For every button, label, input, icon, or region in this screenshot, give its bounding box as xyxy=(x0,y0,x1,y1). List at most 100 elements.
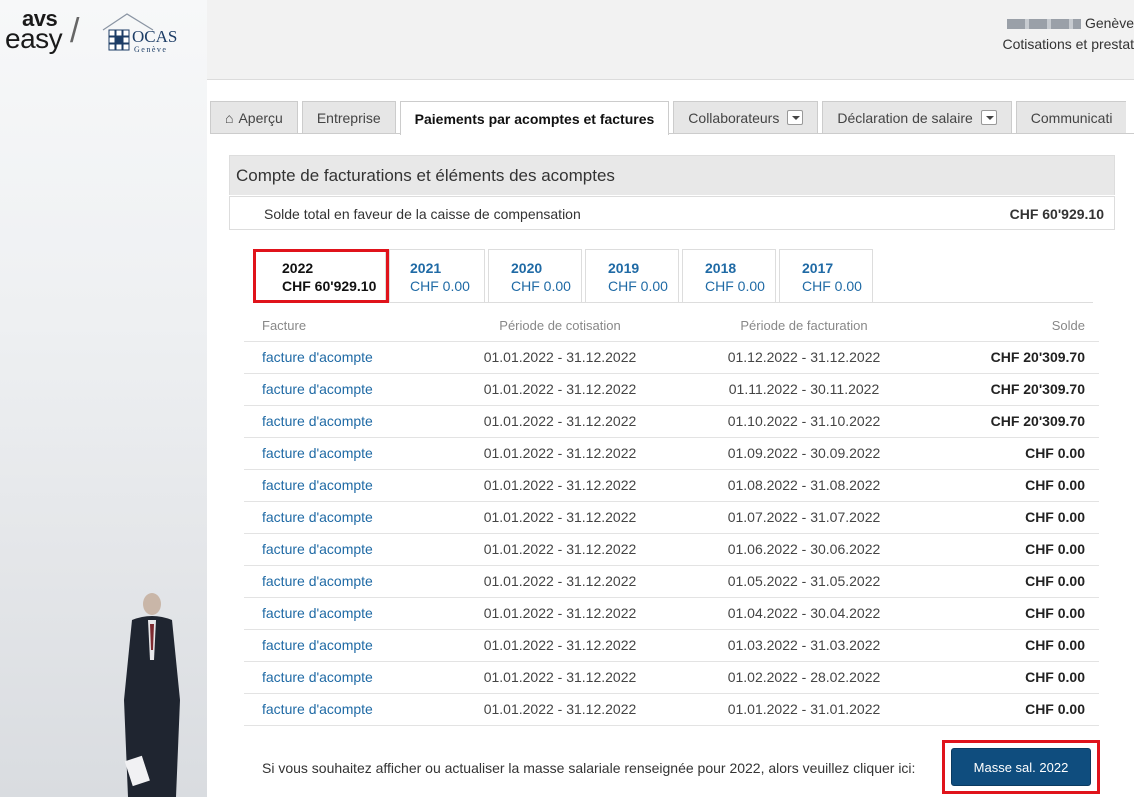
contribution-period: 01.01.2022 - 31.12.2022 xyxy=(438,404,682,437)
balance-amount: CHF 20'309.70 xyxy=(926,404,1099,437)
billing-period: 01.10.2022 - 31.10.2022 xyxy=(682,404,926,437)
tab-label: Entreprise xyxy=(316,109,381,126)
table-row: facture d'acompte 01.01.2022 - 31.12.2022… xyxy=(244,436,1099,469)
year-tab-year: 2022 xyxy=(282,260,314,276)
year-tabs: 2022 CHF 60'929.10 2021 CHF 0.00 2020 CH… xyxy=(255,249,1093,303)
billing-period: 01.12.2022 - 31.12.2022 xyxy=(682,340,926,373)
balance-amount: CHF 0.00 xyxy=(926,564,1099,597)
contribution-period: 01.01.2022 - 31.12.2022 xyxy=(438,436,682,469)
invoice-link[interactable]: facture d'acompte xyxy=(244,500,438,533)
invoice-link[interactable]: facture d'acompte xyxy=(244,660,438,693)
tab-label: Aperçu xyxy=(238,109,283,126)
table-row: facture d'acompte 01.01.2022 - 31.12.2022… xyxy=(244,372,1099,405)
tab-collaborateurs[interactable]: Collaborateurs xyxy=(673,101,819,133)
tab-label: Déclaration de salaire xyxy=(837,109,973,126)
invoice-link[interactable]: facture d'acompte xyxy=(244,564,438,597)
tab-apercu[interactable]: ⌂ Aperçu xyxy=(210,101,298,133)
table-row: facture d'acompte 01.01.2022 - 31.12.2022… xyxy=(244,660,1099,693)
billing-period: 01.02.2022 - 28.02.2022 xyxy=(682,660,926,693)
year-tab-year: 2021 xyxy=(410,260,442,276)
year-tab-2019[interactable]: 2019 CHF 0.00 xyxy=(585,249,679,303)
balance-amount: CHF 0.00 xyxy=(926,596,1099,629)
balance-amount: CHF 0.00 xyxy=(926,692,1099,726)
balance-amount: CHF 0.00 xyxy=(926,468,1099,501)
year-tab-year: 2019 xyxy=(608,260,640,276)
contribution-period: 01.01.2022 - 31.12.2022 xyxy=(438,596,682,629)
billing-period: 01.08.2022 - 31.08.2022 xyxy=(682,468,926,501)
contribution-period: 01.01.2022 - 31.12.2022 xyxy=(438,372,682,405)
invoice-link[interactable]: facture d'acompte xyxy=(244,436,438,469)
logo[interactable]: avs easy / OCAS Genève xyxy=(0,0,207,62)
balance-amount: CHF 0.00 xyxy=(926,660,1099,693)
year-tab-amount: CHF 0.00 xyxy=(410,278,470,294)
invoice-link[interactable]: facture d'acompte xyxy=(244,628,438,661)
billing-period: 01.11.2022 - 30.11.2022 xyxy=(682,372,926,405)
billing-panel: Compte de facturations et éléments des a… xyxy=(229,155,1115,797)
header-user[interactable]: Genève xyxy=(1006,15,1134,31)
tab-communication[interactable]: Communicati xyxy=(1015,101,1127,133)
table-row: facture d'acompte 01.01.2022 - 31.12.2022… xyxy=(244,532,1099,565)
tab-entreprise[interactable]: Entreprise xyxy=(301,101,396,133)
chevron-down-icon[interactable] xyxy=(787,110,804,125)
billing-period: 01.01.2022 - 31.01.2022 xyxy=(682,692,926,726)
tab-declaration-salaire[interactable]: Déclaration de salaire xyxy=(822,101,1012,133)
balance-amount: CHF 0.00 xyxy=(926,628,1099,661)
table-row: facture d'acompte 01.01.2022 - 31.12.2022… xyxy=(244,692,1099,726)
payroll-info-text: Si vous souhaitez afficher ou actualiser… xyxy=(262,760,916,776)
invoice-link[interactable]: facture d'acompte xyxy=(244,340,438,373)
top-header: Genève Cotisations et prestat xyxy=(207,0,1134,80)
invoice-link[interactable]: facture d'acompte xyxy=(244,372,438,405)
table-row: facture d'acompte 01.01.2022 - 31.12.2022… xyxy=(244,628,1099,661)
header-context: Cotisations et prestat xyxy=(1002,36,1134,52)
year-tab-amount: CHF 60'929.10 xyxy=(282,278,377,294)
panel-title: Compte de facturations et éléments des a… xyxy=(229,155,1115,195)
billing-period: 01.06.2022 - 30.06.2022 xyxy=(682,532,926,565)
tab-label: Communicati xyxy=(1030,109,1113,126)
billing-period: 01.09.2022 - 30.09.2022 xyxy=(682,436,926,469)
svg-text:OCAS: OCAS xyxy=(132,27,177,46)
chevron-down-icon[interactable] xyxy=(980,110,997,125)
invoice-link[interactable]: facture d'acompte xyxy=(244,692,438,726)
year-tab-2022[interactable]: 2022 CHF 60'929.10 xyxy=(255,249,386,303)
column-header: Solde xyxy=(1051,318,1085,334)
ocas-logo: OCAS Genève xyxy=(102,13,177,54)
year-tab-year: 2020 xyxy=(511,260,543,276)
contribution-period: 01.01.2022 - 31.12.2022 xyxy=(438,660,682,693)
invoice-link[interactable]: facture d'acompte xyxy=(244,532,438,565)
year-tab-2018[interactable]: 2018 CHF 0.00 xyxy=(682,249,776,303)
column-header: Période de facturation xyxy=(740,318,868,334)
tab-label: Paiements par acomptes et factures xyxy=(414,110,655,127)
balance-amount: CHF 0.00 xyxy=(926,500,1099,533)
contribution-period: 01.01.2022 - 31.12.2022 xyxy=(438,532,682,565)
billing-period: 01.03.2022 - 31.03.2022 xyxy=(682,628,926,661)
header-location: Genève xyxy=(1084,15,1134,31)
contribution-period: 01.01.2022 - 31.12.2022 xyxy=(438,500,682,533)
easy-logo-text: easy xyxy=(5,23,63,54)
invoice-link[interactable]: facture d'acompte xyxy=(244,404,438,437)
invoice-table: Facture Période de cotisation Période de… xyxy=(244,311,1099,726)
billing-period: 01.04.2022 - 30.04.2022 xyxy=(682,596,926,629)
year-tab-2017[interactable]: 2017 CHF 0.00 xyxy=(779,249,873,303)
tab-label: Collaborateurs xyxy=(688,109,780,126)
table-row: facture d'acompte 01.01.2022 - 31.12.2022… xyxy=(244,404,1099,437)
year-tab-amount: CHF 0.00 xyxy=(705,278,765,294)
contribution-period: 01.01.2022 - 31.12.2022 xyxy=(438,692,682,726)
invoice-link[interactable]: facture d'acompte xyxy=(244,468,438,501)
total-balance-row: Solde total en faveur de la caisse de co… xyxy=(229,196,1115,230)
redacted-username xyxy=(1006,19,1081,30)
invoice-link[interactable]: facture d'acompte xyxy=(244,596,438,629)
table-row: facture d'acompte 01.01.2022 - 31.12.2022… xyxy=(244,468,1099,501)
table-row: facture d'acompte 01.01.2022 - 31.12.2022… xyxy=(244,564,1099,597)
payroll-mass-button[interactable]: Masse sal. 2022 xyxy=(951,748,1091,786)
table-row: facture d'acompte 01.01.2022 - 31.12.2022… xyxy=(244,500,1099,533)
contribution-period: 01.01.2022 - 31.12.2022 xyxy=(438,468,682,501)
balance-amount: CHF 20'309.70 xyxy=(926,372,1099,405)
balance-amount: CHF 0.00 xyxy=(926,532,1099,565)
year-tab-2020[interactable]: 2020 CHF 0.00 xyxy=(488,249,582,303)
home-icon: ⌂ xyxy=(225,109,234,126)
year-tab-amount: CHF 0.00 xyxy=(802,278,862,294)
year-tab-year: 2017 xyxy=(802,260,834,276)
tab-paiements[interactable]: Paiements par acomptes et factures xyxy=(399,101,670,135)
year-tab-2021[interactable]: 2021 CHF 0.00 xyxy=(389,249,485,303)
year-tab-amount: CHF 0.00 xyxy=(511,278,571,294)
